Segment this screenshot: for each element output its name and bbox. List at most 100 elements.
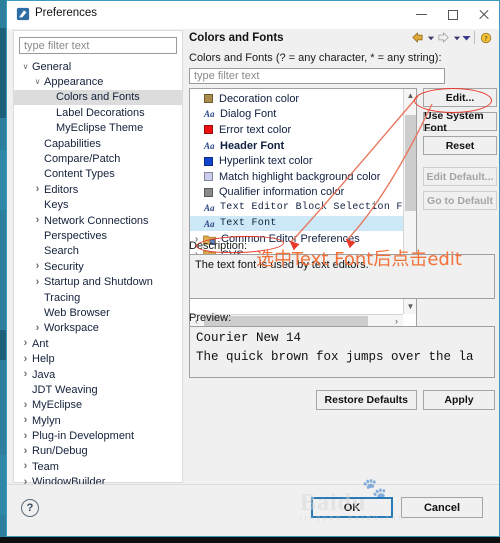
dialog-footer: ? OK Cancel (7, 484, 499, 536)
close-button[interactable] (468, 1, 499, 28)
list-item[interactable]: Aa Header Font (190, 138, 416, 154)
forward-arrow-icon[interactable] (436, 30, 451, 45)
chevron-right-icon[interactable] (32, 277, 43, 288)
list-item[interactable]: Qualifier information color (190, 185, 416, 201)
tree-indent: Network Connections (14, 215, 149, 227)
tree-indent: MyEclipse (14, 399, 82, 411)
view-menu-caret[interactable] (462, 31, 471, 45)
back-dropdown-caret[interactable] (426, 31, 435, 45)
sidebar-item-search[interactable]: Search (14, 244, 182, 259)
sidebar-item-plug-in-development[interactable]: Plug-in Development (14, 428, 182, 443)
help-question-icon[interactable]: ? (21, 499, 39, 517)
reset-button[interactable]: Reset (423, 136, 497, 155)
page-action-buttons: Restore Defaults Apply (315, 390, 495, 410)
sidebar-item-team[interactable]: Team (14, 459, 182, 474)
sidebar-item-tracing[interactable]: Tracing (14, 290, 182, 305)
sidebar-item-mylyn[interactable]: Mylyn (14, 413, 182, 428)
sidebar-item-perspectives[interactable]: Perspectives (14, 228, 182, 243)
chevron-down-icon[interactable] (20, 63, 31, 71)
chevron-right-icon[interactable] (32, 184, 43, 195)
chevron-right-icon[interactable] (20, 415, 31, 426)
list-item[interactable]: Decoration color (190, 91, 416, 107)
chevron-down-icon[interactable] (32, 78, 43, 86)
sidebar-item-keys[interactable]: Keys (14, 198, 182, 213)
chevron-right-icon[interactable] (20, 446, 31, 457)
chevron-right-icon[interactable] (32, 215, 43, 226)
sidebar-item-label: Help (32, 353, 55, 366)
list-item[interactable]: Aa Dialog Font (190, 107, 416, 123)
sidebar-item-java[interactable]: Java (14, 367, 182, 382)
list-item[interactable]: Hyperlink text color (190, 153, 416, 169)
back-arrow-icon[interactable] (410, 30, 425, 45)
list-item[interactable]: Error text color (190, 122, 416, 138)
chevron-right-icon[interactable] (20, 461, 31, 472)
sidebar-item-web-browser[interactable]: Web Browser (14, 305, 182, 320)
page-navigation-toolbar: ? (410, 30, 493, 45)
watermark-sub: jingyan.baidu.com (300, 515, 408, 522)
sidebar-item-startup-and-shutdown[interactable]: Startup and Shutdown (14, 274, 182, 289)
font-sample-icon: Aa (204, 218, 215, 229)
sidebar-item-label-decorations[interactable]: Label Decorations (14, 105, 182, 120)
window-controls (406, 1, 499, 28)
sidebar-item-appearance[interactable]: Appearance (14, 74, 182, 89)
vertical-scroll-thumb[interactable] (405, 115, 416, 211)
color-swatch-icon (204, 187, 213, 197)
sidebar-item-label: Run/Debug (32, 445, 88, 458)
sidebar-item-label: Tracing (44, 291, 81, 304)
sidebar-item-network-connections[interactable]: Network Connections (14, 213, 182, 228)
cancel-button[interactable]: Cancel (401, 497, 483, 518)
list-item[interactable]: Aa Text Font (190, 215, 416, 232)
chevron-right-icon[interactable] (32, 323, 43, 334)
sidebar-item-label: Capabilities (44, 137, 101, 150)
sidebar-item-security[interactable]: Security (14, 259, 182, 274)
help-icon[interactable]: ? (478, 30, 493, 45)
sidebar-item-capabilities[interactable]: Capabilities (14, 136, 182, 151)
sidebar-item-workspace[interactable]: Workspace (14, 321, 182, 336)
apply-button[interactable]: Apply (423, 390, 495, 410)
list-item[interactable]: Aa Text Editor Block Selection Font (190, 200, 416, 216)
sidebar-item-label: Mylyn (32, 414, 61, 427)
sidebar-item-jdt-weaving[interactable]: JDT Weaving (14, 382, 182, 397)
tree-indent: Run/Debug (14, 445, 88, 457)
sidebar-item-myeclipse-theme[interactable]: MyEclipse Theme (14, 121, 182, 136)
list-item-label: Header Font (220, 139, 285, 152)
sidebar-item-myeclipse[interactable]: MyEclipse (14, 398, 182, 413)
panel-filter-input[interactable]: type filter text (189, 68, 445, 84)
panel-filter-placeholder: type filter text (194, 70, 260, 82)
font-sample-icon: Aa (204, 109, 215, 120)
minimize-button[interactable] (406, 1, 437, 28)
sidebar-item-label: Ant (32, 337, 49, 350)
sidebar-filter-input[interactable]: type filter text (19, 37, 177, 54)
maximize-button[interactable] (437, 1, 468, 28)
list-item[interactable]: Match highlight background color (190, 169, 416, 185)
font-sample-icon: Aa (204, 202, 215, 213)
tree-indent: Java (14, 369, 55, 381)
sidebar-item-ant[interactable]: Ant (14, 336, 182, 351)
chevron-right-icon[interactable] (20, 369, 31, 380)
sidebar-item-editors[interactable]: Editors (14, 182, 182, 197)
maximize-icon (447, 9, 458, 20)
tree-indent: Team (14, 461, 59, 473)
chevron-right-icon[interactable] (20, 354, 31, 365)
list-item-label: Hyperlink text color (219, 155, 313, 168)
sidebar-item-label: Label Decorations (56, 106, 145, 119)
chevron-right-icon[interactable] (32, 261, 43, 272)
sidebar-item-help[interactable]: Help (14, 351, 182, 366)
sidebar-item-colors-and-fonts[interactable]: Colors and Fonts (14, 89, 182, 106)
sidebar-item-run-debug[interactable]: Run/Debug (14, 444, 182, 459)
scroll-down-arrow-icon[interactable]: ▼ (404, 300, 416, 314)
forward-dropdown-caret[interactable] (452, 31, 461, 45)
preview-line-1: Courier New 14 (196, 331, 302, 345)
chevron-right-icon[interactable] (20, 338, 31, 349)
sidebar-item-label: MyEclipse (32, 399, 83, 412)
restore-defaults-button[interactable]: Restore Defaults (315, 390, 417, 410)
chevron-right-icon[interactable] (20, 431, 31, 442)
color-swatch-icon (204, 94, 213, 104)
list-item-label: Text Font (220, 218, 277, 230)
sidebar-item-content-types[interactable]: Content Types (14, 167, 182, 182)
chevron-right-icon[interactable] (20, 400, 31, 411)
tree-indent: MyEclipse Theme (14, 122, 143, 134)
sidebar-item-general[interactable]: General (14, 59, 182, 74)
sidebar-item-compare-patch[interactable]: Compare/Patch (14, 151, 182, 166)
use-system-font-button[interactable]: Use System Font (423, 110, 497, 134)
